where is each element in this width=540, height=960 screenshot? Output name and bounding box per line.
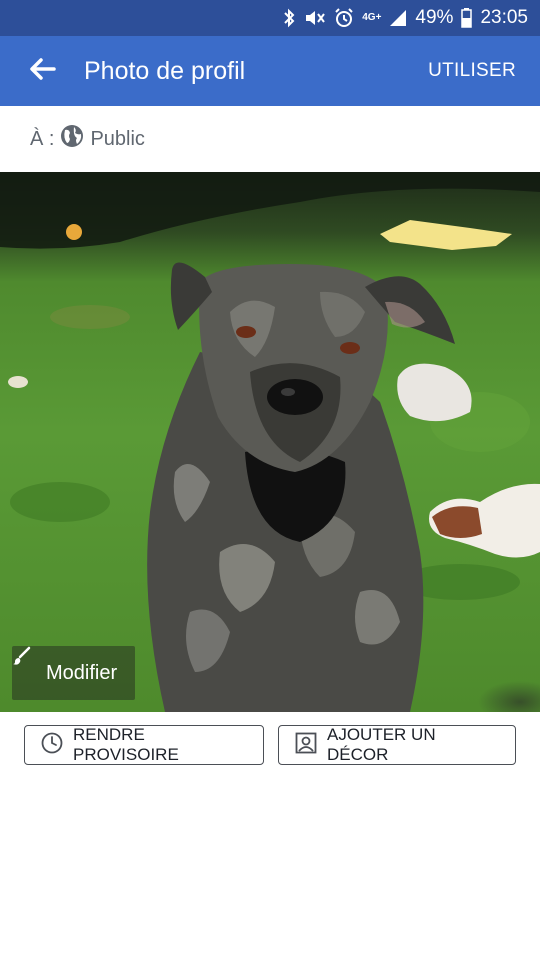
make-temporary-label: RENDRE PROVISOIRE <box>73 725 179 764</box>
signal-icon <box>389 6 407 30</box>
profile-frame-icon <box>295 732 317 759</box>
modify-label: Modifier <box>46 661 118 684</box>
status-bar: 4G+ 49% 23:05 <box>0 0 540 36</box>
modify-button[interactable]: Modifier <box>12 646 136 700</box>
profile-photo-preview[interactable]: Modifier <box>0 172 540 712</box>
add-frame-label: AJOUTER UN DÉCOR <box>327 725 436 764</box>
mute-icon <box>304 6 326 30</box>
network-type: 4G+ <box>362 12 382 23</box>
add-frame-button[interactable]: AJOUTER UN DÉCOR <box>278 725 516 765</box>
clock-icon <box>41 732 63 759</box>
app-bar: Photo de profil UTILISER <box>0 36 540 106</box>
make-temporary-button[interactable]: RENDRE PROVISOIRE <box>24 725 264 765</box>
audience-value: Public <box>90 127 145 150</box>
audience-selector[interactable]: Public <box>60 124 145 154</box>
audience-row: À : Public <box>0 106 540 172</box>
battery-percent: 49% <box>415 7 454 28</box>
alarm-icon <box>334 6 354 30</box>
back-button[interactable] <box>10 36 74 106</box>
clock-time: 23:05 <box>480 7 528 28</box>
back-arrow-icon <box>28 57 56 86</box>
dog-photo-illustration <box>0 172 540 712</box>
battery-icon <box>461 6 473 30</box>
page-title: Photo de profil <box>84 56 246 85</box>
bluetooth-icon <box>282 6 296 30</box>
audience-prefix: À : <box>30 127 55 150</box>
action-buttons: RENDRE PROVISOIRE AJOUTER UN DÉCOR <box>0 712 540 778</box>
use-button[interactable]: UTILISER <box>428 60 516 82</box>
globe-icon <box>60 124 84 154</box>
